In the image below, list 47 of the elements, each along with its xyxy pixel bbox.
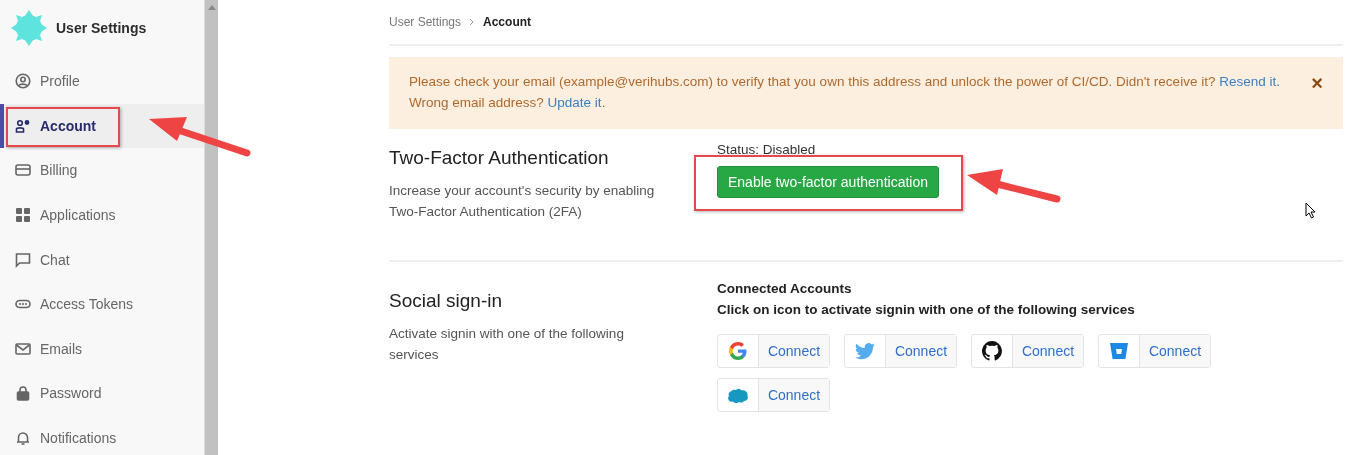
octocat-icon (982, 341, 1002, 361)
breadcrumb-item[interactable]: User Settings (389, 15, 462, 29)
section-title: Social sign-in (389, 289, 503, 313)
app-title: User Settings (56, 20, 147, 36)
bucket-icon (1109, 342, 1129, 360)
breadcrumb-item: Account (483, 15, 532, 29)
sidebar-item[interactable]: Access Tokens (0, 281, 204, 327)
scroll-up-icon[interactable] (207, 5, 216, 10)
lock-icon (15, 385, 31, 402)
alert-link[interactable]: Resend it. (1219, 74, 1280, 89)
section-description: Increase your account's security by enabling Two-Factor Authentication (2FA) (389, 182, 656, 221)
chat-icon (15, 251, 31, 268)
alert-link[interactable]: Update it (547, 95, 602, 110)
apps-icon (15, 207, 31, 224)
sidebar-item[interactable]: Notifications (0, 415, 204, 455)
section-title: Two-Factor Authentication (389, 146, 610, 170)
sidebar-item[interactable]: Applications (0, 192, 204, 238)
sidebar-item[interactable]: Profile (0, 59, 204, 104)
sidebar-item[interactable]: Password (0, 371, 204, 416)
scrollbar[interactable] (204, 0, 218, 455)
connect-button[interactable]: Connect (717, 334, 830, 368)
section-description: Activate signin with one of the following services (389, 325, 625, 364)
connect-button[interactable]: Connect (717, 378, 830, 412)
sidebar-item[interactable]: Billing (0, 148, 204, 193)
chevron-icon (469, 18, 476, 26)
account-icon (15, 117, 31, 134)
billing-icon (15, 162, 31, 179)
connect-button[interactable]: Connect (971, 334, 1084, 368)
cloud-icon (727, 387, 749, 403)
connect-button[interactable]: Connect (844, 334, 957, 368)
bell-icon (15, 430, 31, 447)
cursor-icon (1305, 202, 1316, 219)
enable-2fa-button[interactable]: Enable two-factor authentication (717, 166, 939, 198)
mail-icon (15, 340, 31, 357)
profile-icon (15, 73, 31, 90)
close-button[interactable]: × (1311, 73, 1323, 93)
connect-button[interactable]: Connect (1098, 334, 1211, 368)
alert-message: Please check your email (example@verihubs.com) to verify that you own this address and unlock the power of CI/CD. Didn't receive it? Resend it. Wrong email address? Update it. (409, 73, 1281, 112)
g-logo-icon (728, 341, 748, 361)
bird-icon (855, 342, 875, 360)
sidebar-item[interactable]: Emails (0, 326, 204, 372)
connected-accounts-heading: Connected Accounts (717, 280, 853, 298)
sidebar-item[interactable]: Chat (0, 237, 204, 282)
sidebar-item[interactable]: Account (0, 103, 204, 149)
hint-text: Click on icon to activate signin with one of the following services (717, 301, 1136, 319)
logo-icon (10, 9, 48, 47)
status-text: Status: Disabled (717, 141, 817, 159)
